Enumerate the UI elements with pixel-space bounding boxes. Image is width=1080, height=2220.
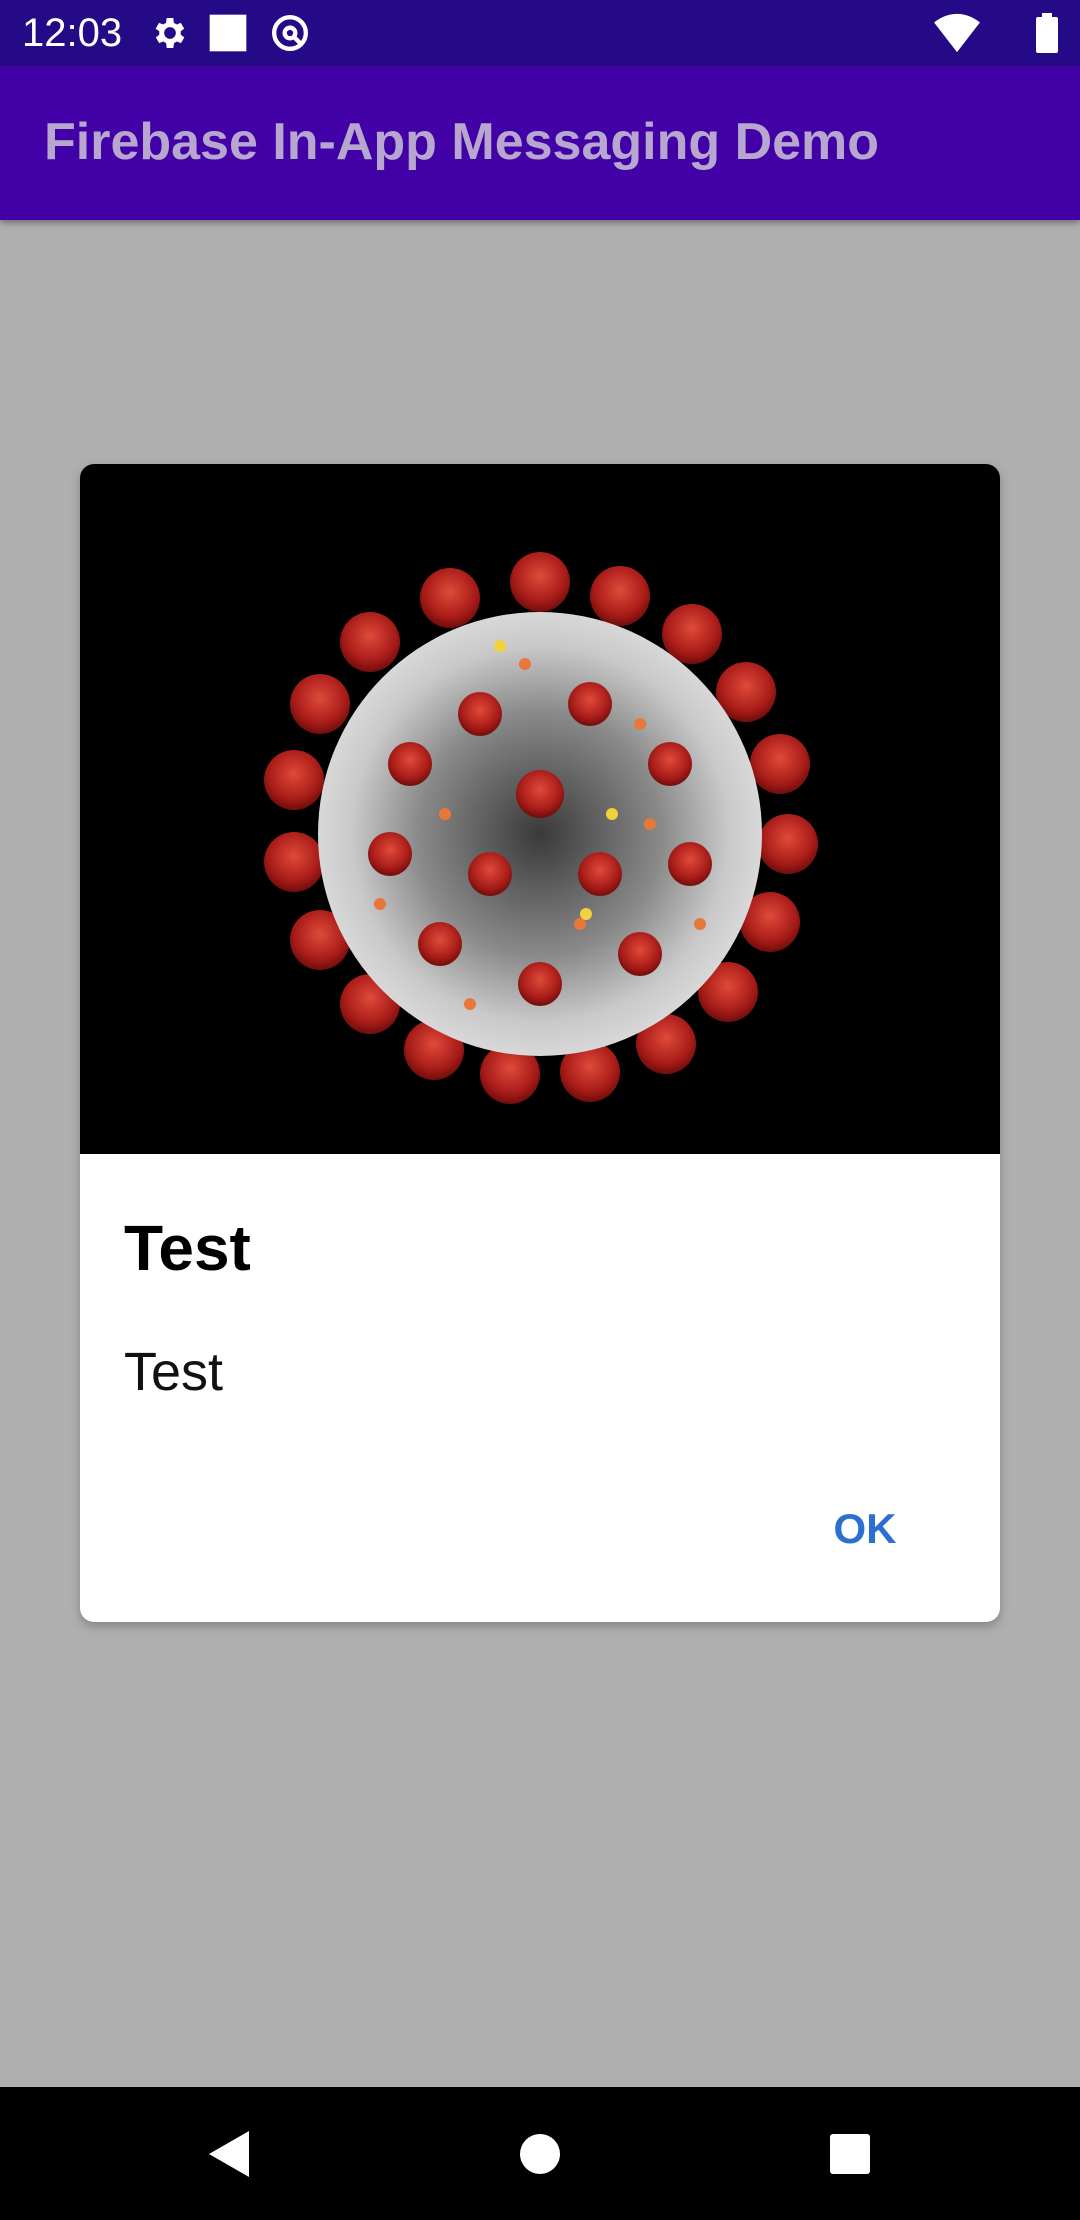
back-icon[interactable]: [187, 2109, 277, 2199]
coronavirus-illustration: [264, 552, 818, 1104]
navigation-bar: [0, 2087, 1080, 2220]
recents-icon[interactable]: [805, 2109, 895, 2199]
home-icon[interactable]: [495, 2109, 585, 2199]
wifi-icon: [934, 12, 980, 54]
gear-icon: [150, 13, 190, 53]
square-notification-icon: [208, 13, 248, 53]
message-title: Test: [124, 1212, 251, 1284]
in-app-message-dialog: Test Test OK: [80, 464, 1000, 1622]
ok-button[interactable]: OK: [780, 1484, 950, 1574]
battery-icon: [1036, 13, 1058, 53]
status-time: 12:03: [22, 11, 123, 55]
app-title: Firebase In-App Messaging Demo: [44, 113, 880, 171]
message-image[interactable]: [80, 464, 1000, 1154]
screen: 12:03 Firebase In-App Messaging Demo Tes…: [0, 0, 1080, 2220]
app-bar: Firebase In-App Messaging Demo: [0, 66, 1080, 220]
message-body: Test: [124, 1342, 224, 1402]
at-sign-icon: [270, 13, 310, 53]
status-bar: 12:03: [0, 0, 1080, 66]
